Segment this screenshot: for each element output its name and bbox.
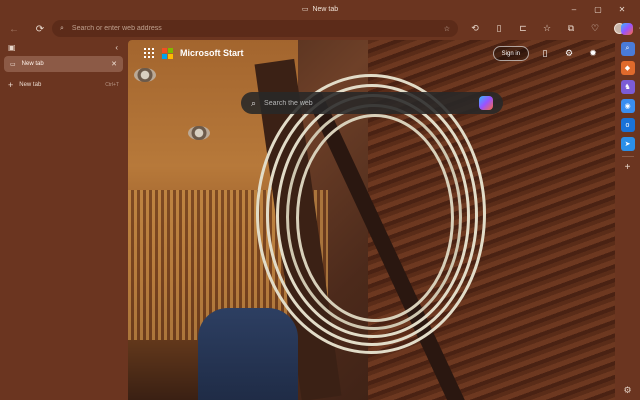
new-tab-button[interactable]: + New tab Ctrl+T <box>4 78 123 92</box>
page-actions: Sign in ▯ ⚙ ✹ <box>492 46 601 61</box>
window-title: ▭ New tab <box>301 5 339 14</box>
background-rope-coil <box>296 114 454 322</box>
collapse-panel-icon[interactable]: ‹ <box>115 43 118 52</box>
split-screen-icon[interactable]: ▯ <box>488 20 510 37</box>
games-icon: ♞ <box>624 84 631 91</box>
toolbar-icons: ⟲ ▯ ⊏ ☆ ⧉ ♡ ⋯ <box>464 20 640 37</box>
rewards-icon[interactable]: ⚙ <box>561 46 577 61</box>
window-title-text: New tab <box>312 5 339 13</box>
background-concho <box>188 126 210 140</box>
sidebar-divider <box>621 156 634 157</box>
background-concho <box>134 68 156 82</box>
sidebar-app-search[interactable]: ⌕ <box>620 42 635 56</box>
search-icon: ⌕ <box>60 24 64 32</box>
sidebar-app-shopping[interactable]: ◆ <box>620 61 635 75</box>
address-input[interactable] <box>71 25 436 32</box>
right-sidebar: ⌕ ◆ ♞ ◉ o ➤ + ⚙ <box>615 40 640 400</box>
mobile-icon[interactable]: ▯ <box>537 46 553 61</box>
maximize-button[interactable]: ▢ <box>586 2 610 16</box>
title-bar: ▭ New tab – ▢ ✕ <box>0 0 640 18</box>
tab-page-icon: ▭ <box>301 6 309 13</box>
sidebar-app-games[interactable]: ♞ <box>620 80 635 94</box>
add-sidebar-app-icon[interactable]: + <box>625 162 631 173</box>
sign-in-button[interactable]: Sign in <box>492 46 529 61</box>
extensions-icon[interactable]: ⟲ <box>464 20 486 37</box>
collections-icon[interactable]: ⧉ <box>560 20 582 37</box>
new-tab-page: Microsoft Start Sign in ▯ ⚙ ✹ ⌕ <box>128 40 615 400</box>
settings-gear-icon[interactable]: ✹ <box>585 46 601 61</box>
copilot-button[interactable] <box>618 20 636 38</box>
minimize-button[interactable]: – <box>562 2 586 16</box>
favorites-icon[interactable]: ☆ <box>536 20 558 37</box>
send-icon: ➤ <box>624 141 631 148</box>
sidebar-app-outlook[interactable]: o <box>620 118 635 132</box>
close-tab-icon[interactable]: ✕ <box>111 60 117 68</box>
reading-icon[interactable]: ⊏ <box>512 20 534 37</box>
background-boot <box>198 308 298 400</box>
search-icon: ⌕ <box>251 97 257 108</box>
refresh-button[interactable]: ⟳ <box>30 19 50 39</box>
brand-title[interactable]: Microsoft Start <box>180 48 244 58</box>
address-bar[interactable]: ⌕ ☆ <box>52 20 458 37</box>
new-tab-shortcut: Ctrl+T <box>105 82 119 88</box>
tabs-panel-header: ▣ ‹ <box>0 40 128 54</box>
browser-essentials-icon[interactable]: ♡ <box>584 20 606 37</box>
search-icon: ⌕ <box>625 45 630 52</box>
browser-toolbar: ← ⟳ ⌕ ☆ ⟲ ▯ ⊏ ☆ ⧉ ♡ ⋯ <box>0 18 640 40</box>
tab-actions-icon[interactable]: ▣ <box>8 43 16 52</box>
microsoft-logo-icon <box>162 48 173 59</box>
plus-icon: + <box>8 80 14 90</box>
web-search-input[interactable] <box>264 99 471 107</box>
copilot-icon[interactable] <box>479 96 493 110</box>
app-launcher-icon[interactable] <box>144 48 154 58</box>
web-search-box[interactable]: ⌕ <box>241 92 503 114</box>
outlook-icon: o <box>625 121 630 129</box>
favorite-star-icon[interactable]: ☆ <box>444 25 450 33</box>
window-controls: – ▢ ✕ <box>562 2 634 16</box>
vertical-tabs-panel: ▣ ‹ ▭ New tab ✕ + New tab Ctrl+T <box>0 40 128 400</box>
back-button[interactable]: ← <box>4 19 24 39</box>
shopping-icon: ◆ <box>624 65 631 72</box>
copilot-icon: ◉ <box>624 103 631 110</box>
sidebar-app-copilot[interactable]: ◉ <box>620 99 635 113</box>
tab-page-icon: ▭ <box>10 61 16 68</box>
tab-new-tab[interactable]: ▭ New tab ✕ <box>4 56 123 72</box>
tab-label: New tab <box>21 61 44 67</box>
close-button[interactable]: ✕ <box>610 2 634 16</box>
microsoft-start-header: Microsoft Start <box>144 48 244 59</box>
sidebar-settings-icon[interactable]: ⚙ <box>623 385 631 396</box>
copilot-icon <box>621 23 633 35</box>
sidebar-app-send[interactable]: ➤ <box>620 137 635 151</box>
new-tab-label: New tab <box>19 82 42 88</box>
